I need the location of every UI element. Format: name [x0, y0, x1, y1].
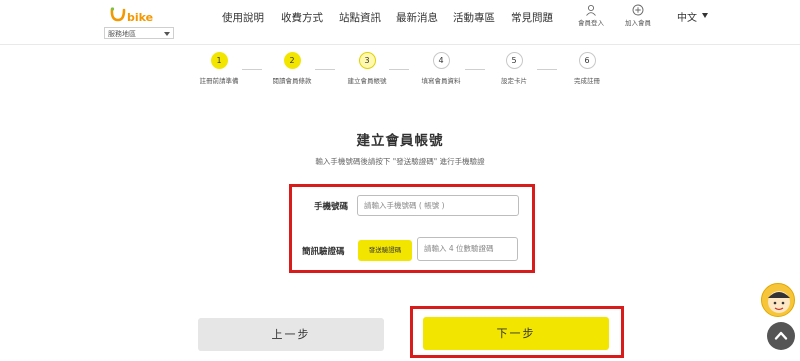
nav-stations[interactable]: 站點資訊 [339, 10, 381, 24]
step-connector [242, 69, 262, 70]
step-label: 設定卡片 [501, 77, 527, 85]
step-label: 註冊前請準備 [199, 77, 239, 85]
step-label: 填寫會員資料 [421, 77, 461, 85]
youbike-logo[interactable]: bike [108, 6, 168, 26]
step-connector [537, 69, 557, 70]
join-member-button[interactable]: 加入會員 [620, 4, 656, 34]
chevron-up-icon [774, 331, 788, 340]
phone-input[interactable]: 請輸入手機號碼 ( 帳號 ) [357, 195, 519, 216]
step-connector [465, 69, 485, 70]
nav-events[interactable]: 活動專區 [453, 10, 495, 24]
step-number: 1 [210, 52, 228, 69]
sms-code-label: 簡訊驗證碼 [302, 247, 345, 257]
chevron-down-icon [702, 13, 708, 18]
step-1: 1 註冊前請準備 [189, 52, 249, 85]
nav-how-to-use[interactable]: 使用說明 [222, 10, 264, 24]
step-number: 4 [432, 52, 450, 69]
nav-pricing[interactable]: 收費方式 [281, 10, 323, 24]
user-icon [586, 4, 596, 16]
scroll-to-top-button[interactable] [767, 322, 795, 350]
step-label: 建立會員帳號 [347, 77, 387, 85]
member-login-button[interactable]: 會員登入 [573, 4, 609, 34]
step-number: 3 [358, 52, 376, 69]
mascot-face-icon [768, 291, 790, 313]
page-subtitle: 輸入手機號碼後請按下 "發送驗證碼" 進行手機驗證 [315, 157, 485, 166]
sms-code-input[interactable]: 請輸入 4 位數驗證碼 [417, 237, 518, 261]
join-member-label: 加入會員 [625, 19, 651, 27]
step-connector [389, 69, 409, 70]
step-connector [315, 69, 335, 70]
step-number: 5 [505, 52, 523, 69]
mascot-icon[interactable] [761, 283, 795, 317]
phone-label: 手機號碼 [314, 202, 349, 212]
send-code-button[interactable]: 發送驗證碼 [358, 240, 412, 261]
step-5: 5 設定卡片 [484, 52, 544, 85]
region-select[interactable]: 服務地區 [104, 27, 174, 39]
plus-circle-icon [632, 4, 644, 16]
nav-news[interactable]: 最新消息 [396, 10, 438, 24]
prev-button[interactable]: 上一步 [198, 318, 384, 351]
member-login-label: 會員登入 [578, 19, 604, 27]
next-button[interactable]: 下一步 [423, 317, 609, 350]
step-number: 6 [578, 52, 596, 69]
nav-faq[interactable]: 常見問題 [511, 10, 553, 24]
region-label: 服務地區 [108, 30, 136, 38]
registration-steps: 1 註冊前請準備 2 閱讀會員條款 3 建立會員帳號 4 填寫會員資料 5 設定… [0, 52, 800, 90]
language-select[interactable]: 中文 [677, 9, 697, 24]
step-2: 2 閱讀會員條款 [262, 52, 322, 85]
page-title: 建立會員帳號 [356, 133, 444, 149]
step-4: 4 填寫會員資料 [411, 52, 471, 85]
chevron-down-icon [164, 32, 170, 36]
step-label: 閱讀會員條款 [272, 77, 312, 85]
logo-text: bike [127, 11, 153, 24]
step-3: 3 建立會員帳號 [337, 52, 397, 85]
site-header: bike 服務地區 使用說明 收費方式 站點資訊 最新消息 活動專區 常見問題 … [0, 0, 800, 45]
step-number: 2 [283, 52, 301, 69]
step-6: 6 完成註冊 [557, 52, 617, 85]
step-label: 完成註冊 [574, 77, 600, 85]
